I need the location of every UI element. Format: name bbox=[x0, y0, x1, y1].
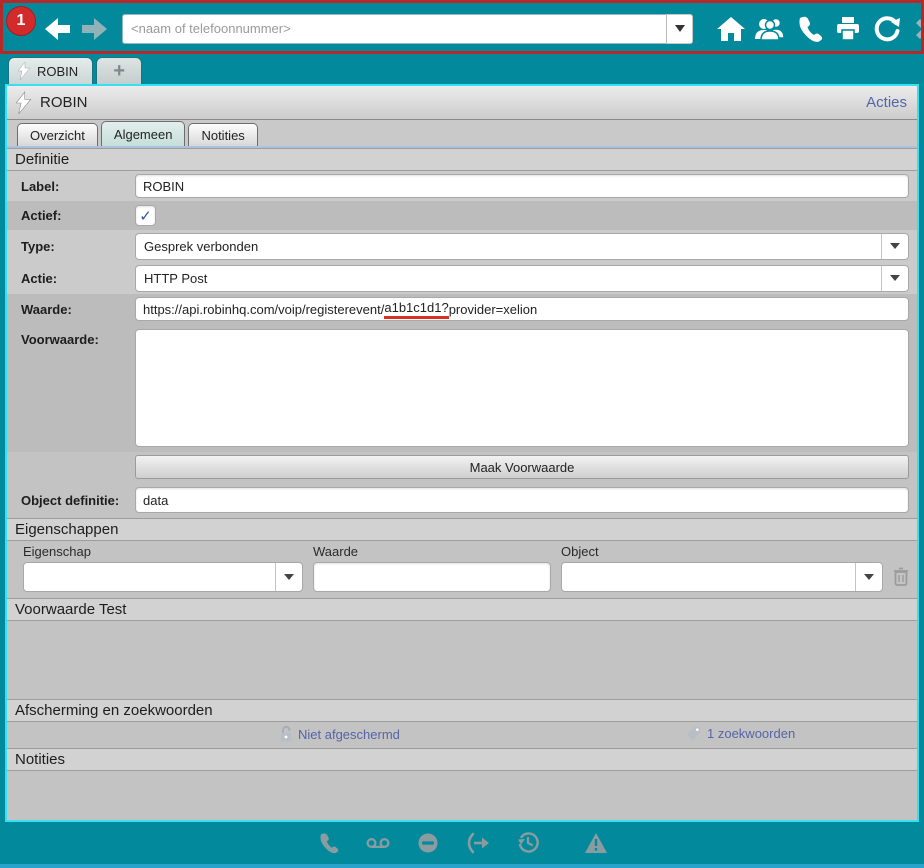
actie-select-value: HTTP Post bbox=[136, 271, 881, 286]
add-tab-button[interactable]: + bbox=[96, 57, 142, 84]
afscherming-row: Niet afgeschermd 1 zoekwoorden bbox=[7, 722, 917, 748]
search-dropdown-icon[interactable] bbox=[666, 14, 693, 44]
home-icon[interactable] bbox=[715, 13, 747, 45]
main-content: ROBIN Acties Overzicht Algemeen Notities… bbox=[5, 84, 919, 822]
col-waarde: Waarde bbox=[313, 544, 561, 559]
eigenschappen-column-headers: Eigenschap Waarde Object bbox=[7, 541, 917, 559]
privacy-link-label: Niet afgeschermd bbox=[298, 727, 400, 742]
voorwaarde-field-label: Voorwaarde: bbox=[21, 329, 135, 347]
phone-icon[interactable] bbox=[315, 830, 341, 856]
call-forward-icon[interactable] bbox=[465, 830, 491, 856]
notities-body bbox=[7, 771, 917, 820]
dnd-icon[interactable] bbox=[415, 830, 441, 856]
back-icon[interactable] bbox=[44, 14, 72, 44]
waarde-input[interactable]: https://api.robinhq.com/voip/registereve… bbox=[135, 297, 909, 321]
trash-icon[interactable] bbox=[893, 567, 909, 587]
tag-icon bbox=[685, 725, 702, 742]
label-input[interactable] bbox=[135, 174, 909, 198]
window-tab-robin[interactable]: ROBIN bbox=[8, 57, 93, 84]
eigenschappen-input-row bbox=[7, 559, 917, 598]
refresh-icon[interactable] bbox=[871, 13, 903, 45]
acties-link[interactable]: Acties bbox=[866, 94, 907, 111]
users-icon[interactable] bbox=[754, 13, 786, 45]
forward-icon[interactable] bbox=[80, 14, 108, 44]
voorwaarde-textarea[interactable] bbox=[135, 329, 909, 447]
waarde-row: Waarde: https://api.robinhq.com/voip/reg… bbox=[7, 294, 917, 324]
voicemail-icon[interactable] bbox=[365, 830, 391, 856]
phone-icon[interactable] bbox=[793, 13, 825, 45]
actie-select[interactable]: HTTP Post bbox=[135, 265, 909, 292]
col-object: Object bbox=[561, 544, 909, 559]
bottom-toolbar bbox=[0, 822, 924, 864]
label-field-label: Label: bbox=[21, 179, 135, 194]
warning-icon[interactable] bbox=[583, 830, 609, 856]
annotation-step-badge: 1 bbox=[7, 7, 35, 35]
tab-notities[interactable]: Notities bbox=[188, 123, 257, 146]
chevron-down-icon[interactable] bbox=[275, 563, 302, 591]
window-tabstrip: ROBIN + bbox=[0, 57, 924, 84]
section-voorwaarde-test: Voorwaarde Test bbox=[7, 598, 917, 621]
eigenschap-waarde-input[interactable] bbox=[313, 562, 551, 592]
maak-voorwaarde-row: Maak Voorwaarde bbox=[7, 452, 917, 482]
window-bottom-edge bbox=[0, 864, 924, 868]
object-select[interactable] bbox=[561, 562, 883, 592]
url-prefix: https://api.robinhq.com/voip/registereve… bbox=[143, 302, 384, 317]
url-suffix: provider=xelion bbox=[449, 302, 538, 317]
type-select-value: Gesprek verbonden bbox=[136, 239, 881, 254]
toolbar-icons bbox=[715, 13, 924, 45]
url-highlighted-segment: a1b1c1d1? bbox=[384, 300, 448, 319]
voorwaarde-row: Voorwaarde: bbox=[7, 324, 917, 452]
history-icon[interactable] bbox=[515, 830, 541, 856]
object-definitie-input[interactable] bbox=[135, 487, 909, 513]
section-eigenschappen: Eigenschappen bbox=[7, 518, 917, 541]
add-tab-label: + bbox=[113, 60, 125, 83]
label-row: Label: bbox=[7, 171, 917, 201]
actief-checkbox[interactable]: ✓ bbox=[135, 205, 156, 226]
object-definitie-row: Object definitie: bbox=[7, 482, 917, 518]
xelion-window: 1 bbox=[0, 0, 924, 868]
object-definitie-label: Object definitie: bbox=[21, 493, 135, 508]
section-notities: Notities bbox=[7, 748, 917, 771]
chevron-down-icon[interactable] bbox=[855, 563, 882, 591]
search-bar bbox=[122, 14, 693, 44]
chevron-down-icon[interactable] bbox=[881, 234, 908, 259]
privacy-link[interactable]: Niet afgeschermd bbox=[279, 725, 400, 743]
tab-algemeen[interactable]: Algemeen bbox=[101, 121, 186, 146]
window-tab-label: ROBIN bbox=[37, 64, 78, 79]
col-eigenschap: Eigenschap bbox=[23, 544, 313, 559]
waarde-field-label: Waarde: bbox=[21, 302, 135, 317]
section-afscherming: Afscherming en zoekwoorden bbox=[7, 699, 917, 722]
top-toolbar bbox=[0, 0, 924, 57]
close-icon[interactable] bbox=[910, 13, 924, 45]
actie-row: Actie: HTTP Post bbox=[7, 262, 917, 294]
detail-tabs: Overzicht Algemeen Notities bbox=[7, 120, 917, 148]
page-header: ROBIN Acties bbox=[7, 86, 917, 120]
unlock-icon bbox=[279, 725, 293, 743]
printer-icon[interactable] bbox=[832, 13, 864, 45]
type-select[interactable]: Gesprek verbonden bbox=[135, 233, 909, 260]
actief-row: Actief: ✓ bbox=[7, 201, 917, 230]
type-row: Type: Gesprek verbonden bbox=[7, 230, 917, 262]
lightning-icon bbox=[15, 91, 32, 115]
search-input[interactable] bbox=[122, 14, 666, 44]
section-definitie: Definitie bbox=[7, 148, 917, 171]
eigenschap-select[interactable] bbox=[23, 562, 303, 592]
maak-voorwaarde-button[interactable]: Maak Voorwaarde bbox=[135, 455, 909, 479]
lightning-icon bbox=[17, 62, 31, 80]
actie-field-label: Actie: bbox=[21, 271, 135, 286]
actief-field-label: Actief: bbox=[21, 208, 135, 223]
voorwaarde-test-body bbox=[7, 621, 917, 699]
keywords-link[interactable]: 1 zoekwoorden bbox=[685, 725, 795, 742]
page-title: ROBIN bbox=[40, 94, 88, 111]
type-field-label: Type: bbox=[21, 239, 135, 254]
keywords-link-label: 1 zoekwoorden bbox=[707, 726, 795, 741]
chevron-down-icon[interactable] bbox=[881, 266, 908, 291]
tab-overzicht[interactable]: Overzicht bbox=[17, 123, 98, 146]
checkmark-icon: ✓ bbox=[139, 207, 152, 225]
